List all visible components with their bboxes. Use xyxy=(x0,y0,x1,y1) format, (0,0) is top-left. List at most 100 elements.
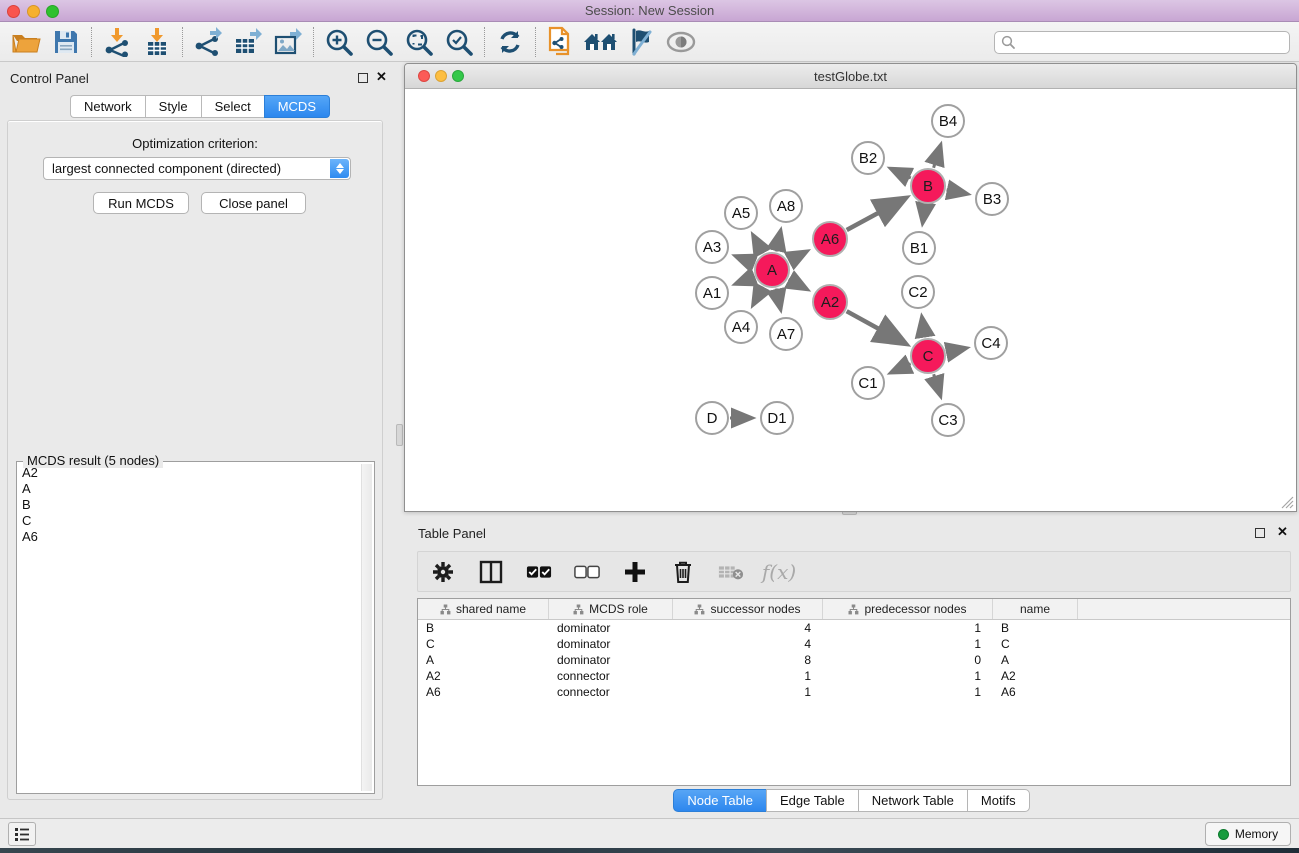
node-D1[interactable]: D1 xyxy=(760,401,794,435)
node-A3[interactable]: A3 xyxy=(695,230,729,264)
node-C2[interactable]: C2 xyxy=(901,275,935,309)
edge-A-A2[interactable] xyxy=(789,279,808,289)
node-A1[interactable]: A1 xyxy=(695,276,729,310)
edge-A-A8[interactable] xyxy=(776,230,781,251)
delete-table-button[interactable] xyxy=(718,557,744,587)
import-network-button[interactable] xyxy=(97,24,137,60)
save-session-button[interactable] xyxy=(46,24,86,60)
edge-C-C1[interactable] xyxy=(891,364,911,373)
edge-C-C2[interactable] xyxy=(922,317,925,338)
run-mcds-button[interactable]: Run MCDS xyxy=(93,192,189,214)
zoom-window-button[interactable] xyxy=(46,5,59,18)
tab-style[interactable]: Style xyxy=(145,95,201,118)
edge-C-C4[interactable] xyxy=(947,348,967,352)
node-C4[interactable]: C4 xyxy=(974,326,1008,360)
clone-network-button[interactable] xyxy=(541,24,581,60)
edge-C-C3[interactable] xyxy=(934,374,941,396)
edge-A-A7[interactable] xyxy=(776,289,781,310)
minimize-window-button[interactable] xyxy=(27,5,40,18)
column-header-mcds-role[interactable]: MCDS role xyxy=(549,599,673,619)
node-A[interactable]: A xyxy=(754,252,790,288)
edge-A-A1[interactable] xyxy=(735,277,754,284)
tab-edge-table[interactable]: Edge Table xyxy=(766,789,858,812)
mcds-result-item[interactable]: A xyxy=(18,481,363,497)
edge-A-A5[interactable] xyxy=(753,235,763,253)
table-row[interactable]: Cdominator41C xyxy=(418,636,1290,652)
panel-divider-handle[interactable] xyxy=(396,424,403,446)
node-B4[interactable]: B4 xyxy=(931,104,965,138)
node-C[interactable]: C xyxy=(910,338,946,374)
deselect-all-button[interactable] xyxy=(574,557,600,587)
export-image-button[interactable] xyxy=(268,24,308,60)
node-A4[interactable]: A4 xyxy=(724,310,758,344)
node-B2[interactable]: B2 xyxy=(851,141,885,175)
delete-row-button[interactable] xyxy=(670,557,696,587)
tab-network-table[interactable]: Network Table xyxy=(858,789,967,812)
table-row[interactable]: Adominator80A xyxy=(418,652,1290,668)
network-window-titlebar[interactable]: testGlobe.txt xyxy=(405,64,1296,89)
node-B[interactable]: B xyxy=(910,168,946,204)
tab-node-table[interactable]: Node Table xyxy=(673,789,766,812)
mcds-result-item[interactable]: B xyxy=(18,497,363,513)
first-neighbors-button[interactable] xyxy=(581,24,621,60)
table-row[interactable]: Bdominator41B xyxy=(418,620,1290,636)
add-row-button[interactable] xyxy=(622,557,648,587)
node-A7[interactable]: A7 xyxy=(769,317,803,351)
node-D[interactable]: D xyxy=(695,401,729,435)
column-header-name[interactable]: name xyxy=(993,599,1078,619)
export-table-button[interactable] xyxy=(228,24,268,60)
column-header-predecessor-nodes[interactable]: predecessor nodes xyxy=(823,599,993,619)
search-input[interactable] xyxy=(994,31,1290,54)
float-table-panel-icon[interactable] xyxy=(1255,528,1265,538)
tab-network[interactable]: Network xyxy=(70,95,145,118)
zoom-selected-button[interactable] xyxy=(439,24,479,60)
edge-B-B4[interactable] xyxy=(934,145,941,168)
memory-button[interactable]: Memory xyxy=(1205,822,1291,846)
node-C3[interactable]: C3 xyxy=(931,403,965,437)
node-A2[interactable]: A2 xyxy=(812,284,848,320)
float-panel-icon[interactable] xyxy=(358,73,368,83)
edge-A-A3[interactable] xyxy=(735,256,754,263)
function-builder-button[interactable]: f(x) xyxy=(766,557,792,587)
close-panel-button[interactable]: Close panel xyxy=(201,192,306,214)
zoom-in-button[interactable] xyxy=(319,24,359,60)
criterion-select[interactable]: largest connected component (directed) xyxy=(43,157,351,180)
edge-A6-B[interactable] xyxy=(847,198,905,230)
column-header-successor-nodes[interactable]: successor nodes xyxy=(673,599,823,619)
resize-grip-icon[interactable] xyxy=(1281,496,1294,509)
hide-selected-button[interactable] xyxy=(621,24,661,60)
tab-motifs[interactable]: Motifs xyxy=(967,789,1030,812)
table-row[interactable]: A6connector11A6 xyxy=(418,684,1290,700)
select-all-button[interactable] xyxy=(526,557,552,587)
edge-B-B3[interactable] xyxy=(947,190,968,194)
tab-mcds[interactable]: MCDS xyxy=(264,95,330,118)
table-row[interactable]: A2connector11A2 xyxy=(418,668,1290,684)
edge-B-B2[interactable] xyxy=(891,169,911,178)
close-panel-icon[interactable]: ✕ xyxy=(376,69,387,85)
refresh-layout-button[interactable] xyxy=(490,24,530,60)
export-network-button[interactable] xyxy=(188,24,228,60)
edge-A-A6[interactable] xyxy=(789,251,807,261)
node-A8[interactable]: A8 xyxy=(769,189,803,223)
node-A6[interactable]: A6 xyxy=(812,221,848,257)
mcds-result-item[interactable]: C xyxy=(18,513,363,529)
close-table-panel-icon[interactable]: ✕ xyxy=(1277,524,1288,540)
show-columns-button[interactable] xyxy=(478,557,504,587)
network-canvas[interactable]: B4B2BB3A8A5A6A3B1AA1C2A2A4A7C4CC1DD1C3 xyxy=(405,89,1296,511)
import-table-button[interactable] xyxy=(137,24,177,60)
show-all-button[interactable] xyxy=(661,24,701,60)
node-A5[interactable]: A5 xyxy=(724,196,758,230)
open-session-button[interactable] xyxy=(6,24,46,60)
node-table[interactable]: shared nameMCDS rolesuccessor nodesprede… xyxy=(417,598,1291,786)
node-B1[interactable]: B1 xyxy=(902,231,936,265)
node-C1[interactable]: C1 xyxy=(851,366,885,400)
zoom-fit-button[interactable] xyxy=(399,24,439,60)
edge-A2-C[interactable] xyxy=(847,311,906,343)
edge-B-B1[interactable] xyxy=(923,205,926,223)
mcds-list-scrollbar[interactable] xyxy=(361,464,372,791)
tab-select[interactable]: Select xyxy=(201,95,264,118)
mcds-result-item[interactable]: A6 xyxy=(18,529,363,545)
table-settings-button[interactable] xyxy=(430,557,456,587)
column-header-shared-name[interactable]: shared name xyxy=(418,599,549,619)
mcds-result-item[interactable]: A2 xyxy=(18,465,363,481)
